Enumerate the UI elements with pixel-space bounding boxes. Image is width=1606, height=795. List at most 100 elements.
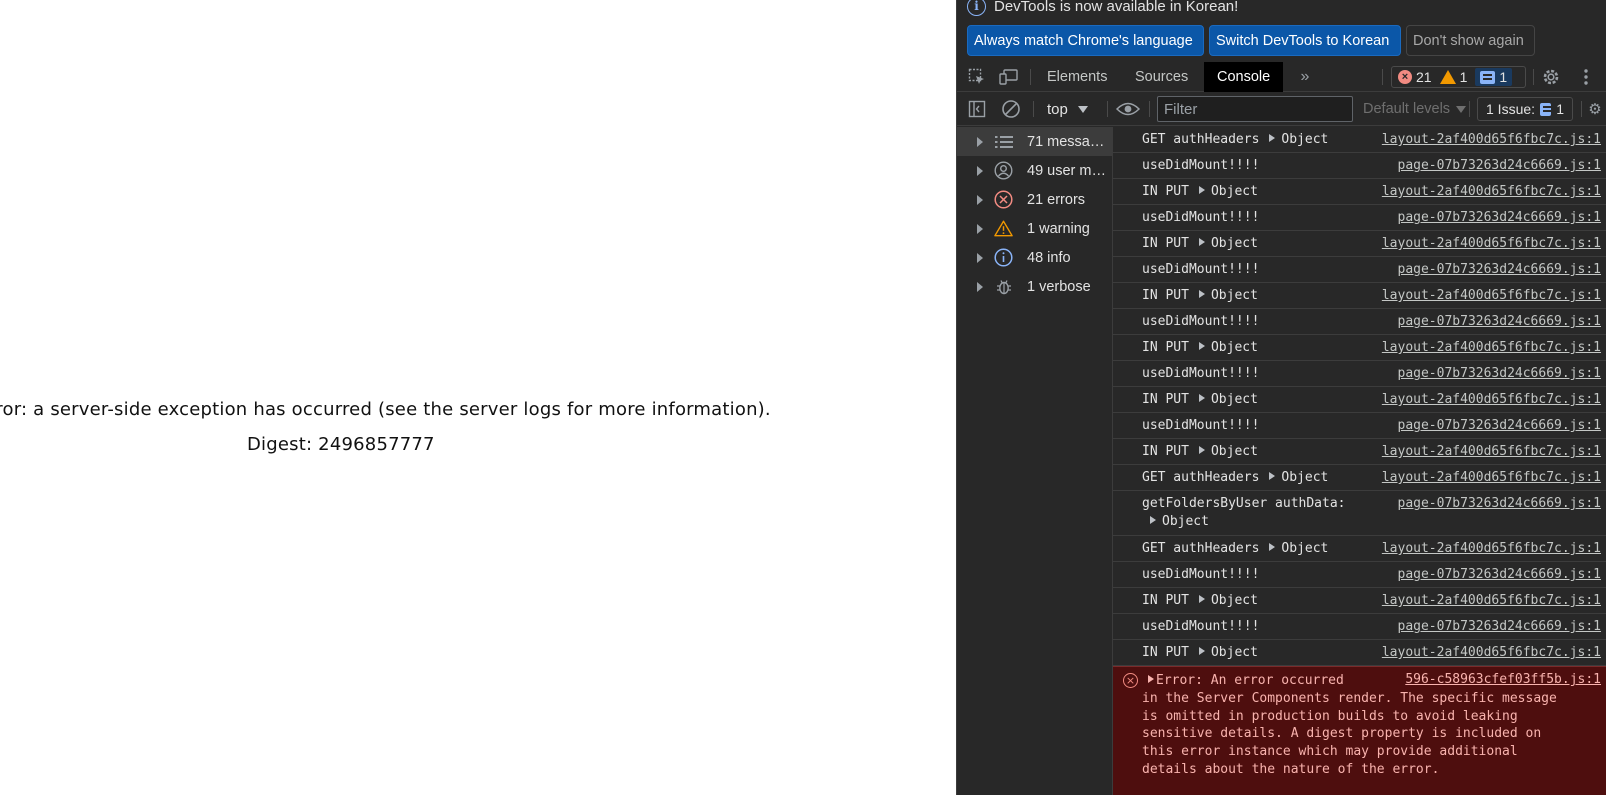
source-link[interactable]: layout-2af400d65f6fbc7c.js:1 [1382,184,1601,199]
expand-triangle-icon [977,136,983,147]
settings-gear-icon[interactable] [1541,67,1561,87]
toolbar-divider [1107,101,1108,117]
language-infobar: i DevTools is now available in Korean! A… [957,0,1606,62]
console-row[interactable]: useDidMount!!!! page-07b73263d24c6669.js… [1113,413,1606,439]
expand-object-icon [1198,342,1205,350]
console-row-text: IN PUT Object [1142,645,1258,660]
source-link[interactable]: layout-2af400d65f6fbc7c.js:1 [1382,132,1601,147]
sidebar-item-errors[interactable]: 21 errors [957,185,1112,214]
more-tabs-chevron-icon[interactable]: » [1295,67,1315,87]
console-row-text: useDidMount!!!! [1142,210,1260,225]
source-link[interactable]: page-07b73263d24c6669.js:1 [1398,262,1602,277]
warning-count-icon [1439,70,1456,84]
console-row[interactable]: useDidMount!!!! page-07b73263d24c6669.js… [1113,205,1606,231]
live-expression-eye-icon[interactable] [1115,99,1141,119]
toggle-sidebar-icon[interactable] [967,99,987,119]
tab-elements[interactable]: Elements [1034,62,1120,92]
console-row-text: GET authHeaders Object [1142,470,1329,485]
sidebar-item-verbose[interactable]: 1 verbose [957,272,1112,301]
console-row[interactable]: useDidMount!!!! page-07b73263d24c6669.js… [1113,361,1606,387]
source-link[interactable]: page-07b73263d24c6669.js:1 [1398,619,1602,634]
console-row[interactable]: GET authHeaders Object layout-2af400d65f6… [1113,127,1606,153]
console-row[interactable]: useDidMount!!!! page-07b73263d24c6669.js… [1113,257,1606,283]
console-row[interactable]: IN PUT Object layout-2af400d65f6fbc7c.js:… [1113,335,1606,361]
console-row-text: IN PUT Object [1142,288,1258,303]
console-row[interactable]: useDidMount!!!! page-07b73263d24c6669.js… [1113,614,1606,640]
message-counts-badge[interactable]: × 21 1 1 [1391,66,1526,88]
console-settings-gear-icon[interactable]: ⚙ [1585,99,1605,119]
sidebar-item-label: 49 user me... [1027,162,1111,179]
toolbar-divider [1533,69,1534,85]
console-row[interactable]: useDidMount!!!! page-07b73263d24c6669.js… [1113,562,1606,588]
toolbar-divider [1149,101,1150,117]
expand-object-icon [1198,290,1205,298]
source-link[interactable]: layout-2af400d65f6fbc7c.js:1 [1382,444,1601,459]
sidebar-item-warnings[interactable]: 1 warning [957,214,1112,243]
console-row-text: useDidMount!!!! [1142,314,1260,329]
always-match-language-button[interactable]: Always match Chrome's language [967,25,1204,56]
console-row[interactable]: getFoldersByUser authData: Object page-0… [1113,491,1606,536]
console-row[interactable]: IN PUT Object layout-2af400d65f6fbc7c.js:… [1113,640,1606,666]
console-row[interactable]: IN PUT Object layout-2af400d65f6fbc7c.js:… [1113,283,1606,309]
inspect-element-icon[interactable] [967,67,987,87]
clear-console-icon[interactable] [1001,99,1021,119]
tab-console[interactable]: Console [1204,62,1284,92]
console-row[interactable]: GET authHeaders Object layout-2af400d65f6… [1113,465,1606,491]
expand-triangle-icon [977,281,983,292]
source-link[interactable]: page-07b73263d24c6669.js:1 [1398,366,1602,381]
console-row[interactable]: useDidMount!!!! page-07b73263d24c6669.js… [1113,309,1606,335]
console-row-text: useDidMount!!!! [1142,366,1260,381]
sidebar-item-user-messages[interactable]: 49 user me... [957,156,1112,185]
sidebar-item-label: 1 verbose [1027,278,1091,295]
source-link[interactable]: page-07b73263d24c6669.js:1 [1398,418,1602,433]
devtools-tabbar: Elements Sources Console » × 21 1 1 [957,62,1606,92]
user-icon [994,161,1013,180]
log-levels-dropdown[interactable]: Default levels [1363,99,1467,119]
source-link[interactable]: page-07b73263d24c6669.js:1 [1398,210,1602,225]
sidebar-item-info[interactable]: 48 info [957,243,1112,272]
filter-input[interactable] [1157,96,1353,122]
console-row[interactable]: IN PUT Object layout-2af400d65f6fbc7c.js:… [1113,179,1606,205]
issues-button[interactable]: 1 Issue: 1 [1477,97,1573,121]
object-label: Object [1210,645,1258,660]
expand-object-icon [1198,595,1205,603]
source-link[interactable]: layout-2af400d65f6fbc7c.js:1 [1382,340,1601,355]
source-link[interactable]: layout-2af400d65f6fbc7c.js:1 [1382,645,1601,660]
switch-to-korean-button[interactable]: Switch DevTools to Korean [1209,25,1401,56]
list-icon [994,132,1013,151]
sidebar-item-messages[interactable]: 71 messages [957,127,1112,156]
device-toolbar-icon[interactable] [999,67,1019,87]
context-selector[interactable]: top [1047,99,1088,119]
more-options-kebab-icon[interactable] [1576,67,1596,87]
info-icon [994,248,1013,267]
console-row[interactable]: GET authHeaders Object layout-2af400d65f6… [1113,536,1606,562]
expand-object-icon [1269,134,1276,142]
object-label: Object [1210,392,1258,407]
source-link[interactable]: page-07b73263d24c6669.js:1 [1398,158,1602,173]
source-link[interactable]: layout-2af400d65f6fbc7c.js:1 [1382,470,1601,485]
console-row[interactable]: IN PUT Object layout-2af400d65f6fbc7c.js:… [1113,588,1606,614]
source-link[interactable]: page-07b73263d24c6669.js:1 [1398,496,1602,511]
devtools-panel: i DevTools is now available in Korean! A… [956,0,1606,795]
source-link[interactable]: layout-2af400d65f6fbc7c.js:1 [1382,593,1601,608]
sidebar-item-label: 48 info [1027,249,1071,266]
sidebar-item-label: 1 warning [1027,220,1090,237]
source-link[interactable]: layout-2af400d65f6fbc7c.js:1 [1382,541,1601,556]
console-error-row[interactable]: × Error: An error occurred in the Server… [1113,666,1606,795]
console-row[interactable]: useDidMount!!!! page-07b73263d24c6669.js… [1113,153,1606,179]
infobar-title-text: DevTools is now available in Korean! [994,0,1239,15]
source-link[interactable]: layout-2af400d65f6fbc7c.js:1 [1382,288,1601,303]
console-messages: GET authHeaders Object layout-2af400d65f6… [1113,127,1606,795]
tab-sources[interactable]: Sources [1122,62,1201,92]
console-row[interactable]: IN PUT Object layout-2af400d65f6fbc7c.js:… [1113,387,1606,413]
source-link[interactable]: layout-2af400d65f6fbc7c.js:1 [1382,392,1601,407]
source-link[interactable]: page-07b73263d24c6669.js:1 [1398,314,1602,329]
error-source-link[interactable]: 596-c58963cfef03ff5b.js:1 [1405,672,1601,687]
warning-count: 1 [1459,69,1468,85]
source-link[interactable]: page-07b73263d24c6669.js:1 [1398,567,1602,582]
source-link[interactable]: layout-2af400d65f6fbc7c.js:1 [1382,236,1601,251]
console-row[interactable]: IN PUT Object layout-2af400d65f6fbc7c.js:… [1113,439,1606,465]
error-icon: × [1123,673,1138,688]
dont-show-again-button[interactable]: Don't show again [1406,25,1535,56]
console-row[interactable]: IN PUT Object layout-2af400d65f6fbc7c.js:… [1113,231,1606,257]
